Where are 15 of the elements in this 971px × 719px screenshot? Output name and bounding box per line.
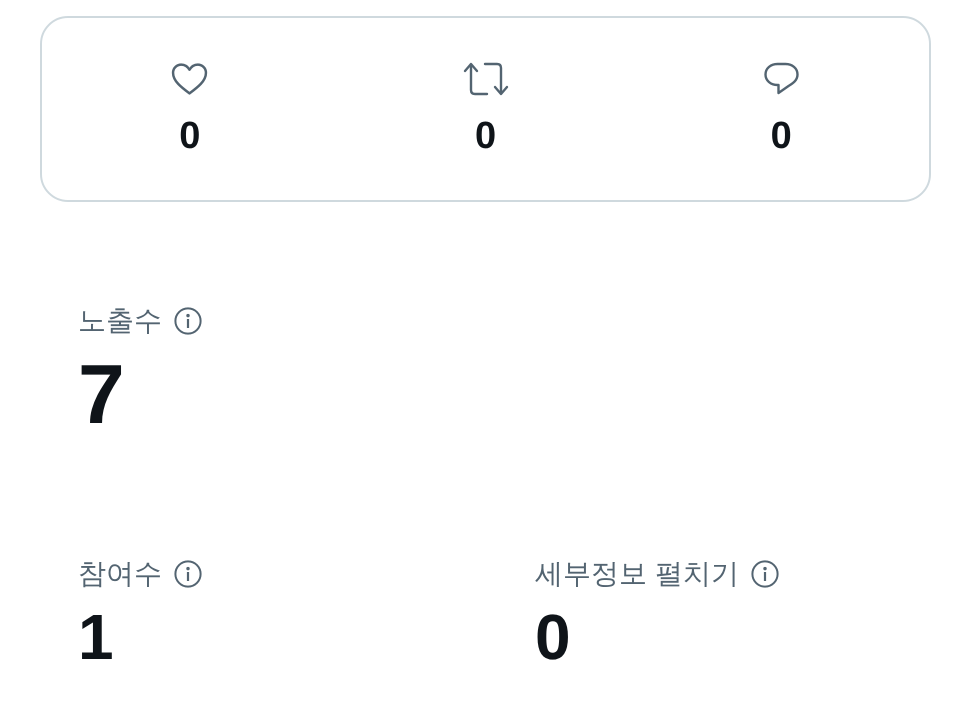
metric-label: 세부정보 펼치기	[535, 557, 739, 591]
heart-icon[interactable]	[171, 62, 208, 96]
stat-count: 0	[474, 114, 496, 158]
info-icon[interactable]	[174, 307, 202, 335]
metric-value: 0	[535, 602, 571, 672]
info-icon[interactable]	[174, 560, 202, 588]
metric-value: 1	[78, 602, 114, 672]
repost-arrows-icon[interactable]	[462, 62, 508, 96]
info-icon[interactable]	[750, 560, 779, 588]
stat-count: 0	[179, 114, 200, 158]
metric-label: 참여수	[78, 557, 162, 591]
stat-count: 0	[770, 114, 792, 158]
metric-label: 노출수	[78, 304, 162, 338]
speech-bubble-icon[interactable]	[762, 62, 800, 96]
metric-value: 7	[78, 349, 125, 439]
